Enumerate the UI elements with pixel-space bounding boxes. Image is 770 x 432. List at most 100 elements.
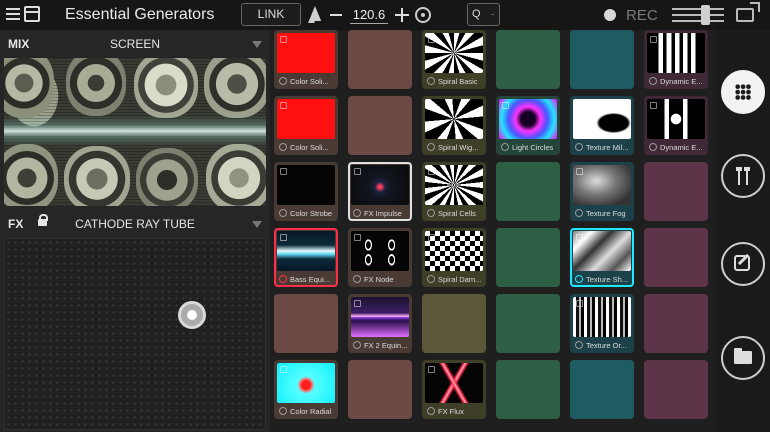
empty-clip-slot[interactable] [496, 228, 560, 287]
link-button[interactable]: LINK [241, 3, 301, 26]
fx-effect-value: CATHODE RAY TUBE [75, 217, 195, 231]
fx-header[interactable]: FX CATHODE RAY TUBE [0, 210, 270, 236]
clip-slot[interactable]: FX 2 Equin... [348, 294, 412, 353]
fader-handle[interactable] [701, 5, 710, 25]
clip-play-icon [649, 77, 657, 85]
clip-slot[interactable]: Texture Mil... [570, 96, 634, 155]
folder-icon [734, 348, 752, 364]
clip-thumbnail [351, 165, 409, 205]
clip-slot[interactable]: FX Node [348, 228, 412, 287]
clip-label: FX 2 Equin... [364, 341, 408, 350]
empty-clip-slot[interactable] [570, 360, 634, 419]
clip-play-icon [427, 275, 435, 283]
clip-slot[interactable]: Light Circles [496, 96, 560, 155]
empty-clip-slot[interactable] [644, 360, 708, 419]
edit-view-button[interactable] [721, 242, 765, 286]
metronome-icon[interactable] [308, 6, 330, 33]
clip-slot[interactable]: Color Soli... [274, 30, 338, 89]
mix-header[interactable]: MIX SCREEN [0, 30, 270, 56]
clip-marker-icon [354, 168, 361, 175]
clip-slot[interactable]: Texture Sh... [570, 228, 634, 287]
clip-marker-icon [576, 234, 583, 241]
empty-clip-slot[interactable] [496, 162, 560, 221]
clip-slot[interactable]: Texture Fog [570, 162, 634, 221]
empty-clip-slot[interactable] [348, 360, 412, 419]
clip-slot[interactable]: FX Impulse [348, 162, 412, 221]
tempo-decrease-button[interactable] [330, 14, 342, 16]
clip-slot[interactable]: Dynamic E... [644, 30, 708, 89]
empty-clip-slot[interactable] [644, 162, 708, 221]
clip-label: Bass Equi... [290, 275, 331, 284]
clip-slot[interactable]: Spiral Basic [422, 30, 486, 89]
quantize-label: Q [472, 8, 481, 20]
clip-slot[interactable]: Color Strobe [274, 162, 338, 221]
clip-play-icon [575, 209, 583, 217]
clip-thumbnail [573, 165, 631, 205]
clip-label: Light Circles [512, 143, 554, 152]
clip-thumbnail [351, 231, 409, 271]
clip-slot[interactable]: Bass Equi... [274, 228, 338, 287]
preview-blob [204, 58, 266, 118]
preview-waveform [4, 116, 266, 146]
clip-play-icon [575, 275, 583, 283]
clip-view-icon[interactable] [24, 6, 40, 22]
record-button[interactable] [604, 9, 616, 21]
master-fader[interactable] [672, 5, 724, 25]
xy-pad-cursor[interactable] [178, 301, 206, 329]
clip-play-icon [427, 143, 435, 151]
empty-clip-slot[interactable] [422, 294, 486, 353]
preview-blob [206, 144, 266, 206]
fx-xy-pad[interactable] [4, 238, 266, 430]
empty-clip-slot[interactable] [348, 96, 412, 155]
empty-clip-slot[interactable] [570, 30, 634, 89]
clip-thumbnail [499, 99, 557, 139]
clip-play-icon [353, 209, 361, 217]
clip-slot[interactable]: FX Flux [422, 360, 486, 419]
clip-slot[interactable]: Spiral Dam... [422, 228, 486, 287]
grid-icon [735, 84, 751, 100]
clip-thumbnail [277, 99, 335, 139]
quantize-button[interactable]: Q - [467, 3, 500, 26]
menu-icon[interactable] [6, 8, 20, 20]
tempo-increase-button[interactable] [395, 8, 409, 22]
mixer-view-button[interactable] [721, 154, 765, 198]
empty-clip-slot[interactable] [644, 294, 708, 353]
browser-button[interactable] [721, 336, 765, 380]
clip-label: Dynamic E... [660, 77, 703, 86]
empty-clip-slot[interactable] [496, 294, 560, 353]
clip-slot[interactable]: Color Radial [274, 360, 338, 419]
clip-slot[interactable]: Spiral Wig... [422, 96, 486, 155]
tap-tempo-icon[interactable] [415, 7, 431, 23]
external-output-icon[interactable] [736, 2, 760, 22]
clip-grid: Color Soli... Color Soli... Color Strobe Ba… [270, 30, 716, 432]
clip-marker-icon [650, 36, 657, 43]
clips-view-button[interactable] [721, 70, 765, 114]
clip-slot[interactable]: Color Soli... [274, 96, 338, 155]
clip-marker-icon [576, 168, 583, 175]
clip-thumbnail [277, 165, 335, 205]
clip-slot[interactable]: Dynamic E... [644, 96, 708, 155]
clip-marker-icon [428, 366, 435, 373]
clip-slot[interactable]: Texture Or... [570, 294, 634, 353]
empty-clip-slot[interactable] [274, 294, 338, 353]
empty-clip-slot[interactable] [496, 360, 560, 419]
empty-clip-slot[interactable] [496, 30, 560, 89]
clip-label: Spiral Wig... [438, 143, 479, 152]
clip-play-icon [353, 341, 361, 349]
preview-blob [136, 148, 198, 206]
empty-clip-slot[interactable] [348, 30, 412, 89]
clip-thumbnail [425, 165, 483, 205]
tempo-value[interactable]: 120.6 [350, 7, 388, 24]
clip-marker-icon [502, 102, 509, 109]
clip-marker-icon [280, 168, 287, 175]
blend-mode-value: SCREEN [109, 37, 160, 51]
clip-label: Color Soli... [290, 143, 329, 152]
clip-play-icon [501, 143, 509, 151]
empty-clip-slot[interactable] [644, 228, 708, 287]
clip-slot[interactable]: Spiral Cells [422, 162, 486, 221]
preview-blob [64, 146, 130, 206]
mix-panel: MIX SCREEN FX CATHODE RAY TUBE [0, 30, 270, 432]
clip-label: Texture Sh... [586, 275, 629, 284]
clip-marker-icon [280, 366, 287, 373]
preview-blob [4, 144, 58, 206]
